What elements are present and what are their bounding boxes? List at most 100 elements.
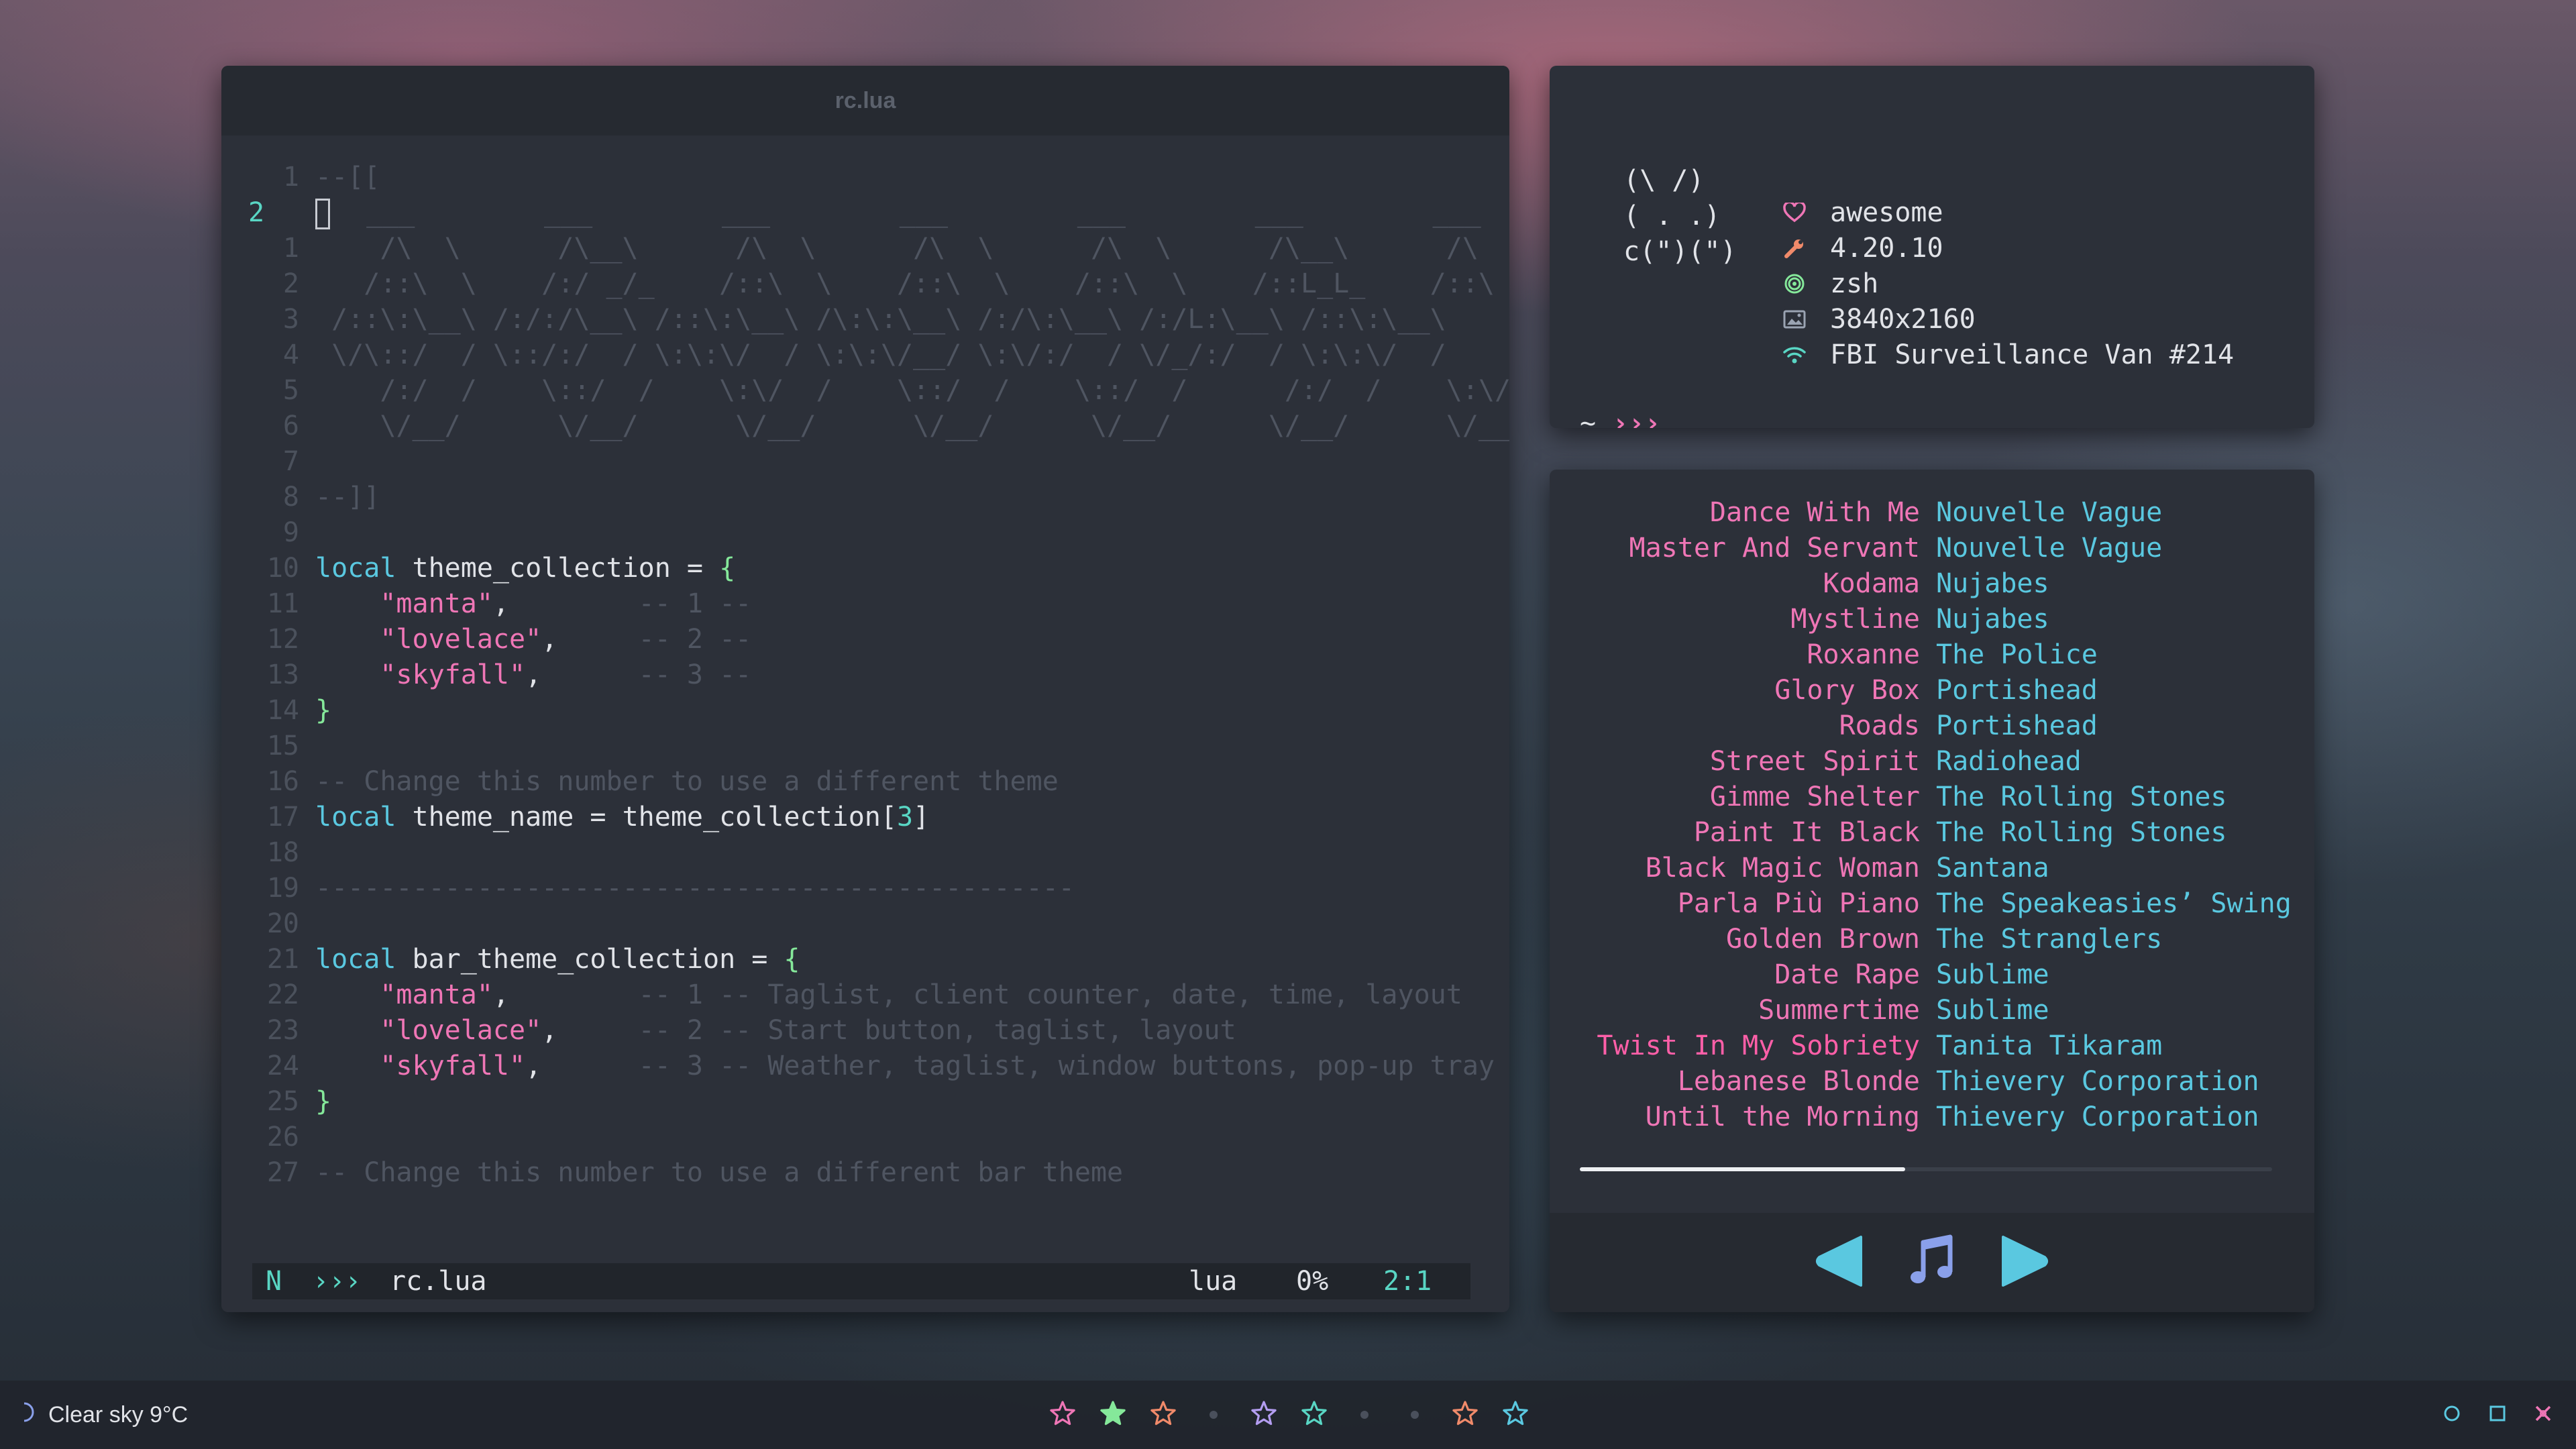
playlist-item[interactable]: Roads Portishead — [1550, 708, 2314, 744]
prompt-tilde: ~ — [1580, 408, 1597, 428]
close-button[interactable] — [2532, 1403, 2555, 1426]
code-line: 18 — [248, 835, 1483, 871]
tag-3[interactable] — [1138, 1381, 1188, 1449]
line-number: 1 — [282, 162, 299, 193]
code-area[interactable]: 1 --[[2 ___ ___ ___ ___ ___ ___ ___ 1 /\ \… — [248, 160, 1509, 1191]
track-title: Street Spirit — [1709, 746, 1920, 777]
line-text: } — [299, 693, 331, 729]
editor-window[interactable]: rc.lua 1 --[[2 ___ ___ ___ ___ ___ ___ __… — [221, 66, 1509, 1312]
track-artist: Radiohead — [1936, 746, 2082, 777]
minimize-button[interactable] — [2440, 1403, 2463, 1426]
wifi-icon — [1781, 341, 1808, 368]
line-text: "skyfall", -- 3 -- Weather, taglist, win… — [299, 1049, 1495, 1084]
code-token: } — [315, 1086, 332, 1117]
playlist-item[interactable]: Paint It Black The Rolling Stones — [1550, 815, 2314, 851]
code-token: , — [492, 979, 639, 1010]
line-text — [299, 515, 315, 551]
line-text: ----------------------------------------… — [299, 871, 1075, 906]
maximize-button[interactable] — [2486, 1403, 2509, 1426]
line-number: 25 — [266, 1086, 299, 1117]
line-number: 23 — [266, 1015, 299, 1046]
track-title: Golden Brown — [1726, 924, 1920, 955]
tag-2[interactable] — [1087, 1381, 1138, 1449]
star-icon — [1049, 1400, 1076, 1430]
track-artist: Portishead — [1936, 710, 2098, 741]
tag-7[interactable] — [1339, 1381, 1389, 1449]
line-number: 9 — [282, 517, 299, 548]
code-token: "manta" — [380, 588, 493, 619]
playlist-item[interactable]: Lebanese Blonde Thievery Corporation — [1550, 1064, 2314, 1099]
code-token: , — [541, 624, 639, 655]
code-token: "manta" — [380, 979, 493, 1010]
playlist-item[interactable]: Kodama Nujabes — [1550, 566, 2314, 602]
next-button[interactable] — [1996, 1234, 2053, 1291]
tag-4[interactable] — [1188, 1381, 1238, 1449]
star-icon — [1301, 1400, 1328, 1430]
music-player-window[interactable]: Dance With Me Nouvelle Vague Master And Se… — [1550, 470, 2314, 1312]
playlist-item[interactable]: Street Spirit Radiohead — [1550, 744, 2314, 780]
info-value: 4.20.10 — [1830, 232, 1943, 264]
editor-titlebar[interactable]: rc.lua — [221, 66, 1509, 136]
playlist-item[interactable]: Mystline Nujabes — [1550, 602, 2314, 637]
track-artist: Nouvelle Vague — [1936, 533, 2163, 564]
playlist-item[interactable]: Roxanne The Police — [1550, 637, 2314, 673]
line-number: 12 — [266, 624, 299, 655]
line-number: 21 — [266, 944, 299, 975]
track-title: Gimme Shelter — [1709, 782, 1920, 812]
playlist-item[interactable]: Glory Box Portishead — [1550, 673, 2314, 708]
wrench-icon — [1781, 235, 1808, 262]
line-text — [299, 444, 315, 480]
ascii-bunny: (\ /) ( . .) c(")(") — [1623, 163, 1737, 270]
music-note-button[interactable] — [1903, 1234, 1961, 1291]
code-token: local — [315, 553, 396, 584]
minimize-icon — [2443, 1404, 2461, 1426]
playlist-item[interactable]: Parla Più Piano The Speakeasies’ Swing — [1550, 886, 2314, 922]
code-token: theme_name = theme_collection[ — [396, 802, 897, 833]
code-line: 15 — [248, 729, 1483, 764]
playlist-item[interactable]: Gimme Shelter The Rolling Stones — [1550, 780, 2314, 815]
playlist-item[interactable]: Black Magic Woman Santana — [1550, 851, 2314, 886]
tag-9[interactable] — [1440, 1381, 1490, 1449]
tag-8[interactable] — [1389, 1381, 1440, 1449]
progress-bar[interactable] — [1580, 1167, 2272, 1171]
weather-widget[interactable]: Clear sky 9°C — [21, 1381, 188, 1449]
line-text: \/\::/ / \::/:/ / \:\:\/ / \:\:\/__/ \:\… — [299, 337, 1446, 373]
playlist-item[interactable]: Master And Servant Nouvelle Vague — [1550, 531, 2314, 566]
playlist-item[interactable]: Date Rape Sublime — [1550, 957, 2314, 993]
info-row: FBI Surveillance Van #214 — [1781, 337, 2234, 372]
system-info: awesome 4.20.10 zsh 3840x2160 FBI Surveillan… — [1781, 195, 2234, 372]
line-text: ___ ___ ___ ___ ___ ___ ___ — [299, 195, 1481, 231]
code-line: 3 /::\:\__\ /:/:/\__\ /::\:\__\ /\:\:\__… — [248, 302, 1483, 337]
playlist-item[interactable]: Golden Brown The Stranglers — [1550, 922, 2314, 957]
progress-fill — [1580, 1167, 1906, 1171]
shell-prompt[interactable]: ~ ››› _ — [1580, 408, 1693, 428]
cursor-position: 2:1 — [1383, 1266, 1432, 1297]
playlist-item[interactable]: Until the Morning Thievery Corporation — [1550, 1099, 2314, 1135]
info-row: 3840x2160 — [1781, 301, 2234, 337]
code-line: 5 /:/ / \::/ / \:\/ / \::/ / \::/ / /:/ … — [248, 373, 1509, 409]
track-artist: Thievery Corporation — [1936, 1102, 2259, 1132]
star-icon — [1150, 1400, 1177, 1430]
playlist-item[interactable]: Twist In My Sobriety Tanita Tikaram — [1550, 1028, 2314, 1064]
code-line: 1 /\ \ /\__\ /\ \ /\ \ /\ \ /\__\ /\ \ — [248, 231, 1483, 266]
code-token: /:/ / \::/ / \:\/ / \::/ / \::/ / /:/ / … — [315, 375, 1509, 406]
terminal-window[interactable]: (\ /) ( . .) c(")(") awesome 4.20.10 zsh 3840… — [1550, 66, 2314, 428]
line-text: "lovelace", -- 2 -- — [299, 622, 751, 657]
playlist-item[interactable]: Dance With Me Nouvelle Vague — [1550, 495, 2314, 531]
line-text: "skyfall", -- 3 -- — [299, 657, 751, 693]
code-token: /::\ \ /:/ _/_ /::\ \ /::\ \ /::\ \ /::L… — [315, 268, 1509, 299]
previous-button[interactable] — [1811, 1234, 1868, 1291]
playback-controls — [1550, 1213, 2314, 1312]
tag-6[interactable] — [1289, 1381, 1339, 1449]
tag-10[interactable] — [1490, 1381, 1540, 1449]
tag-5[interactable] — [1238, 1381, 1289, 1449]
tag-1[interactable] — [1037, 1381, 1087, 1449]
line-number: 5 — [282, 375, 299, 406]
track-title: Parla Più Piano — [1677, 888, 1920, 919]
code-token: -- 1 -- — [638, 588, 752, 619]
playlist-item[interactable]: Summertime Sublime — [1550, 993, 2314, 1028]
code-line: 6 \/__/ \/__/ \/__/ \/__/ \/__/ \/__/ \/… — [248, 409, 1509, 444]
close-icon — [2534, 1404, 2553, 1426]
